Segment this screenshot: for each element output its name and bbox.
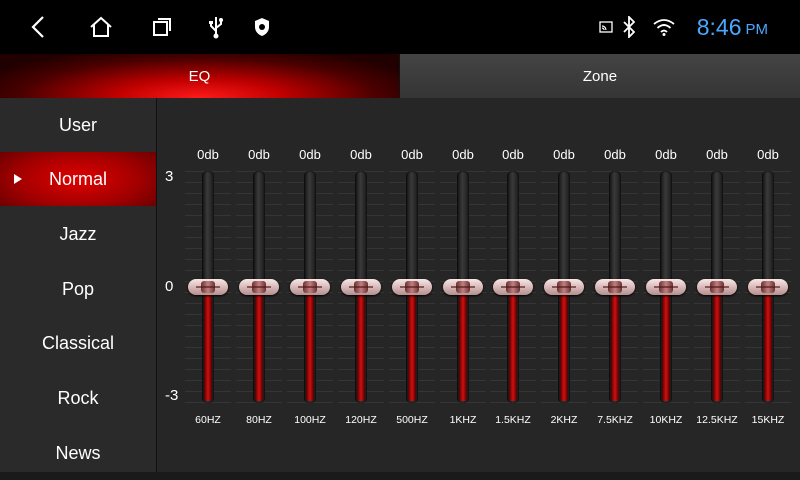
recents-icon[interactable] — [148, 0, 176, 54]
band-level-fill — [611, 287, 619, 401]
preset-label: News — [55, 442, 101, 463]
back-icon[interactable] — [24, 0, 52, 54]
preset-list: User Normal Jazz Pop Classical Rock News — [0, 98, 157, 472]
band-gain-label: 0db — [553, 147, 575, 162]
preset-rock[interactable]: Rock — [0, 371, 156, 425]
band-gain-label: 0db — [299, 147, 321, 162]
band-slider-knob[interactable] — [697, 279, 737, 295]
preset-label: Classical — [41, 332, 115, 353]
band-gain-label: 0db — [706, 147, 728, 162]
preset-label: Pop — [61, 278, 95, 299]
tab-eq[interactable]: EQ — [0, 54, 399, 98]
eq-panel: 3 0 -3 0db 60HZ 0db 80HZ 0db 100HZ 0db 120HZ 0db… — [157, 98, 800, 472]
band-gain-label: 0db — [350, 147, 372, 162]
preset-label: Normal — [48, 168, 107, 189]
band-level-fill — [306, 287, 314, 401]
bluetooth-icon — [620, 0, 638, 54]
tab-zone-label: Zone — [582, 67, 618, 85]
band-slider-knob[interactable] — [544, 279, 584, 295]
home-icon[interactable] — [86, 0, 116, 54]
preset-normal[interactable]: Normal — [0, 152, 156, 206]
band-slider-knob[interactable] — [188, 279, 228, 295]
band-level-fill — [255, 287, 263, 401]
band-level-fill — [408, 287, 416, 401]
band-level-fill — [764, 287, 772, 401]
band-level-fill — [357, 287, 365, 401]
preset-label: Rock — [57, 387, 99, 408]
band-gain-label: 0db — [197, 147, 219, 162]
band-slider-knob[interactable] — [646, 279, 686, 295]
band-level-fill — [459, 287, 467, 401]
band-slider-knob[interactable] — [443, 279, 483, 295]
band-level-fill — [662, 287, 670, 401]
preset-classical[interactable]: Classical — [0, 316, 156, 370]
preset-jazz[interactable]: Jazz — [0, 207, 156, 261]
usb-icon — [204, 0, 228, 54]
selected-arrow-icon — [14, 174, 22, 184]
band-slider-knob[interactable] — [493, 279, 533, 295]
band-gain-label: 0db — [655, 147, 677, 162]
band-level-fill — [509, 287, 517, 401]
status-bar: 8:46 PM — [0, 0, 800, 54]
band-level-fill — [560, 287, 568, 401]
band-frequency-label: 15KHZ — [751, 414, 785, 426]
tab-bar: EQ Zone — [0, 54, 800, 98]
band-gain-label: 0db — [757, 147, 779, 162]
wifi-icon — [652, 0, 676, 54]
preset-pop[interactable]: Pop — [0, 262, 156, 316]
band-slider-knob[interactable] — [239, 279, 279, 295]
band-gain-label: 0db — [248, 147, 270, 162]
tab-eq-label: EQ — [188, 67, 211, 85]
band-level-fill — [204, 287, 212, 401]
scale-bottom-label: -3 — [165, 387, 179, 404]
band-gain-label: 0db — [502, 147, 524, 162]
clock-time: 8:46 — [696, 13, 742, 40]
band-slider-knob[interactable] — [748, 279, 788, 295]
band-slider-knob[interactable] — [341, 279, 381, 295]
preset-user[interactable]: User — [0, 98, 156, 152]
band-gain-label: 0db — [452, 147, 474, 162]
shield-icon — [250, 0, 274, 54]
scale-top-label: 3 — [165, 168, 174, 185]
clock: 8:46 PM — [697, 0, 768, 54]
tab-zone[interactable]: Zone — [400, 54, 800, 98]
scale-mid-label: 0 — [165, 278, 174, 295]
preset-label: User — [58, 114, 97, 135]
band-level-fill — [713, 287, 721, 401]
band-slider-knob[interactable] — [392, 279, 432, 295]
clock-ampm: PM — [745, 20, 769, 38]
band-slider-knob[interactable] — [290, 279, 330, 295]
band-gain-label: 0db — [401, 147, 423, 162]
band-gain-label: 0db — [604, 147, 626, 162]
preset-label: Jazz — [59, 223, 97, 244]
preset-news[interactable]: News — [0, 426, 156, 480]
cast-icon — [596, 0, 616, 54]
band-slider-knob[interactable] — [595, 279, 635, 295]
